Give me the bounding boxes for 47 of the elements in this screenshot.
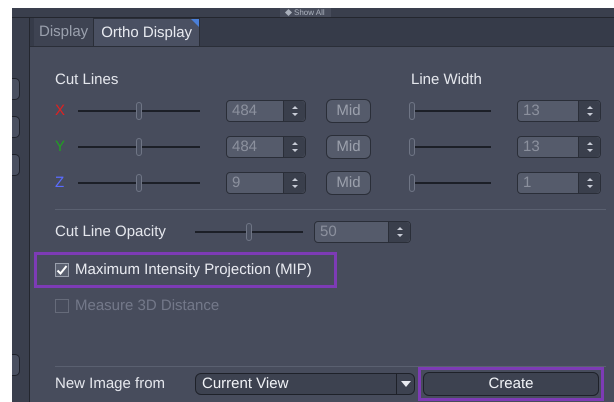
slider[interactable] <box>78 102 200 120</box>
new-image-label: New Image from <box>55 374 166 394</box>
opacity-label: Cut Line Opacity <box>55 222 167 242</box>
slider[interactable] <box>195 223 303 241</box>
slider[interactable] <box>78 138 200 156</box>
section-title: Line Width <box>411 70 482 90</box>
section-title: Cut Lines <box>55 70 120 90</box>
corner-marker-icon <box>191 19 200 27</box>
axis-label: X <box>55 100 66 121</box>
spin-arrows-icon[interactable] <box>578 137 600 157</box>
slider[interactable] <box>409 102 491 120</box>
sidebar-button[interactable] <box>12 154 20 176</box>
axis-label: Y <box>55 136 66 157</box>
slider[interactable] <box>409 174 491 192</box>
slider-thumb[interactable] <box>409 102 415 120</box>
show-all-label: Show All <box>294 8 325 18</box>
tab[interactable]: Display <box>34 18 94 46</box>
spin-arrows-icon[interactable] <box>578 173 600 193</box>
source-dropdown[interactable]: Current View <box>195 373 415 395</box>
mid-button[interactable]: Mid <box>326 135 371 159</box>
slider-thumb[interactable] <box>409 138 415 156</box>
tab[interactable]: Ortho Display <box>93 18 200 46</box>
spin-arrows-icon[interactable] <box>283 101 305 121</box>
checkbox[interactable] <box>55 263 69 277</box>
mid-button[interactable]: Mid <box>326 99 371 123</box>
slider-thumb[interactable] <box>136 138 142 156</box>
spin-arrows-icon[interactable] <box>578 101 600 121</box>
slider-thumb[interactable] <box>136 174 142 192</box>
show-all-tab[interactable]: Show All <box>280 8 331 17</box>
sidebar-button[interactable] <box>12 354 20 376</box>
checkbox-label: Maximum Intensity Projection (MIP) <box>75 260 312 280</box>
slider-thumb[interactable] <box>409 174 415 192</box>
spin-arrows-icon[interactable] <box>283 137 305 157</box>
dropdown-value: Current View <box>201 374 290 394</box>
create-button[interactable]: Create <box>423 372 599 396</box>
sidebar-button[interactable] <box>12 78 20 100</box>
slider[interactable] <box>78 174 200 192</box>
checkbox-row[interactable]: Maximum Intensity Projection (MIP) <box>34 252 337 288</box>
mid-button[interactable]: Mid <box>326 171 371 195</box>
slider-thumb[interactable] <box>136 102 142 120</box>
spin-arrows-icon[interactable] <box>388 222 410 242</box>
axis-label: Z <box>55 172 66 193</box>
caret-icon <box>396 374 414 394</box>
spin-arrows-icon[interactable] <box>283 173 305 193</box>
slider[interactable] <box>409 138 491 156</box>
slider-thumb[interactable] <box>246 223 252 241</box>
sidebar-button[interactable] <box>12 116 20 138</box>
